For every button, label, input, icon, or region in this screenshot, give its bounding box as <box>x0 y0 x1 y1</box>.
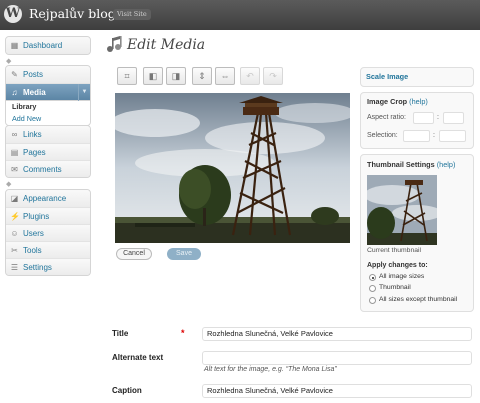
settings-icon: ☰ <box>10 263 19 272</box>
radio-label-thumbnail: Thumbnail <box>379 284 411 291</box>
cancel-button[interactable]: Cancel <box>116 248 152 260</box>
sidebar-item-settings[interactable]: ☰ Settings <box>6 258 90 275</box>
links-icon: ∞ <box>11 130 18 139</box>
selection-width-input[interactable] <box>403 130 430 142</box>
thumbnail-settings-title-text: Thumbnail Settings <box>367 160 435 169</box>
rotate-right-button[interactable]: ◨ <box>166 67 186 85</box>
posts-icon: ✎ <box>11 70 18 79</box>
blog-name[interactable]: Rejpalův blog <box>29 6 116 21</box>
rotate-left-icon: ◧ <box>148 71 158 81</box>
sidebar-menu-dashboard: ▦ Dashboard <box>5 36 91 55</box>
sidebar-item-pages[interactable]: ▤ Pages <box>6 143 90 160</box>
sidebar-item-label: Users <box>23 229 44 238</box>
sidebar-item-label: Plugins <box>23 212 50 221</box>
sidebar-item-comments[interactable]: ✉ Comments <box>6 160 90 177</box>
rotate-left-button[interactable]: ◧ <box>143 67 163 85</box>
scale-image-title[interactable]: Scale Image <box>366 72 408 81</box>
aspect-ratio-width-input[interactable] <box>413 112 434 124</box>
menu-separator: ◆ <box>6 181 12 188</box>
selection-label: Selection: <box>367 132 398 139</box>
caption-input[interactable]: Rozhledna Slunečná, Velké Pavlovice <box>202 384 472 398</box>
flip-vertical-icon: ⇕ <box>198 71 206 81</box>
aspect-ratio-separator: : <box>437 114 439 121</box>
admin-header: W Rejpalův blog Visit Site <box>0 0 480 30</box>
thumbnail-help-link[interactable]: (help) <box>437 160 456 169</box>
save-button[interactable]: Save <box>167 248 201 260</box>
alt-text-label: Alternate text <box>112 353 164 362</box>
alt-text-hint: Alt text for the image, e.g. “The Mona L… <box>204 366 337 373</box>
radio-label-all-sizes: All image sizes <box>379 273 425 280</box>
submenu-item-add-new[interactable]: Add New <box>6 113 90 125</box>
sidebar-item-label: Comments <box>23 165 62 174</box>
sidebar-item-posts[interactable]: ✎ Posts <box>6 66 90 83</box>
rotate-right-icon: ◨ <box>171 71 181 81</box>
image-crop-title: Image Crop (help) <box>367 97 428 106</box>
radio-all-sizes[interactable] <box>369 274 376 281</box>
sidebar-menu-content: ✎ Posts ♫ Media ▼ Library Add New <box>5 65 91 126</box>
appearance-icon: ◪ <box>10 194 19 203</box>
sidebar-item-plugins[interactable]: ⚡ Plugins <box>6 207 90 224</box>
radio-except-thumbnail[interactable] <box>369 297 376 304</box>
sidebar-menu-links: ∞ Links ▤ Pages ✉ Comments <box>5 125 91 178</box>
media-title-icon <box>107 36 122 52</box>
aspect-ratio-height-input[interactable] <box>443 112 464 124</box>
sidebar-item-label: Pages <box>23 148 46 157</box>
crop-help-link[interactable]: (help) <box>409 97 428 106</box>
title-input[interactable]: Rozhledna Slunečná, Velké Pavlovice <box>202 327 472 341</box>
required-mark: * <box>181 328 185 338</box>
sidebar-item-label: Dashboard <box>23 41 63 50</box>
redo-icon: ↷ <box>269 71 277 81</box>
visit-site-button[interactable]: Visit Site <box>113 9 151 20</box>
selection-height-input[interactable] <box>439 130 466 142</box>
undo-button[interactable]: ↶ <box>240 67 260 85</box>
sidebar-item-label: Tools <box>23 246 42 255</box>
current-thumbnail-caption: Current thumbnail <box>367 247 422 254</box>
flip-horizontal-button[interactable]: ⇔ <box>215 67 235 85</box>
current-thumbnail-image <box>367 175 437 245</box>
sidebar-item-links[interactable]: ∞ Links <box>6 126 90 143</box>
sidebar-item-dashboard[interactable]: ▦ Dashboard <box>6 37 90 54</box>
media-icon: ♫ <box>11 88 18 97</box>
sidebar-item-label: Links <box>23 130 42 139</box>
sidebar-item-label: Appearance <box>23 194 67 203</box>
thumbnail-settings-title: Thumbnail Settings (help) <box>367 160 455 169</box>
sidebar-item-appearance[interactable]: ◪ Appearance <box>6 190 90 207</box>
users-icon: ☺ <box>10 229 19 238</box>
media-submenu: Library Add New <box>6 100 90 125</box>
selection-separator: : <box>433 132 435 139</box>
sidebar-item-tools[interactable]: ✂ Tools <box>6 241 90 258</box>
apply-changes-label: Apply changes to: <box>367 262 428 269</box>
radio-label-except-thumbnail: All sizes except thumbnail <box>379 296 458 303</box>
flip-horizontal-icon: ⇔ <box>220 71 230 81</box>
sidebar-item-label: Settings <box>23 263 52 272</box>
crop-button[interactable]: ⌗ <box>117 67 137 85</box>
undo-icon: ↶ <box>246 71 254 81</box>
radio-thumbnail[interactable] <box>369 285 376 292</box>
submenu-item-library[interactable]: Library <box>6 101 90 113</box>
aspect-ratio-label: Aspect ratio: <box>367 114 406 121</box>
page-title: Edit Media <box>127 37 206 53</box>
plugins-icon: ⚡ <box>10 212 20 221</box>
image-preview[interactable] <box>115 93 350 243</box>
redo-button[interactable]: ↷ <box>263 67 283 85</box>
alt-text-input[interactable] <box>202 351 472 365</box>
pages-icon: ▤ <box>10 148 19 157</box>
sidebar-item-users[interactable]: ☺ Users <box>6 224 90 241</box>
crop-icon: ⌗ <box>124 71 130 81</box>
chevron-down-icon[interactable]: ▼ <box>78 84 90 101</box>
sidebar-menu-settings: ◪ Appearance ⚡ Plugins ☺ Users ✂ Tools ☰… <box>5 189 91 276</box>
image-crop-title-text: Image Crop <box>367 97 408 106</box>
tools-icon: ✂ <box>11 246 18 255</box>
title-label: Title <box>112 329 129 338</box>
caption-label: Caption <box>112 386 142 395</box>
sidebar-item-label: Posts <box>23 70 44 79</box>
menu-separator: ◆ <box>6 58 12 65</box>
sidebar-item-label: Media <box>23 88 46 97</box>
flip-vertical-button[interactable]: ⇕ <box>192 67 212 85</box>
wordpress-logo-icon: W <box>4 5 22 23</box>
dashboard-icon: ▦ <box>10 41 19 50</box>
sidebar-item-media[interactable]: ♫ Media ▼ <box>6 83 90 101</box>
comments-icon: ✉ <box>11 165 18 174</box>
